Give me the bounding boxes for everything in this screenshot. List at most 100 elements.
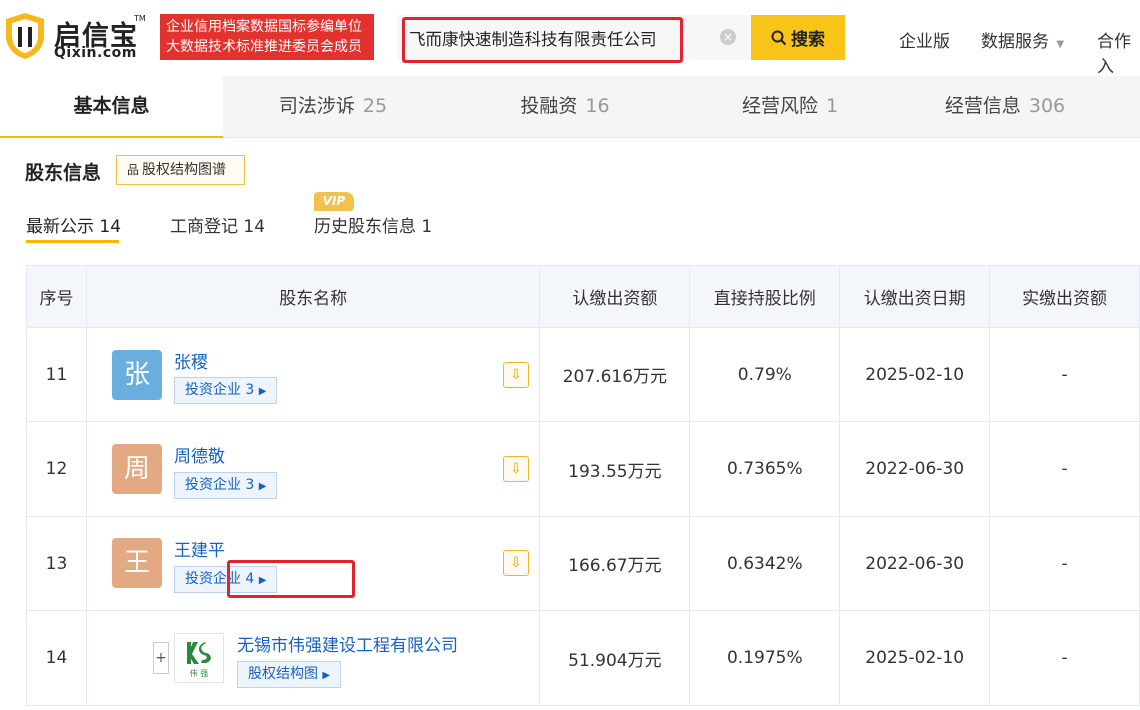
tab-label: 经营风险 [741,95,818,117]
shareholder-name[interactable]: 无锡市伟强建设工程有限公司 [237,631,458,656]
company-logo[interactable]: 伟 强 [173,633,224,683]
tab-label: 司法涉诉 [278,95,355,117]
tag-label: 投资企业 3 [184,477,255,493]
company-logo-mark: 伟 强 [186,642,211,678]
caret-right-icon: ▶ [258,481,267,492]
subtab-latest[interactable]: 最新公示 14 [26,212,121,237]
nav-enterprise[interactable]: 企业版 [899,27,950,52]
download-icon[interactable]: ⇩ [502,456,529,482]
equity-chart-tag[interactable]: 股权结构图 ▶ [236,661,342,688]
row-date: 2025-02-10 [839,610,991,706]
row-amount: 166.67万元 [539,516,691,611]
row-shareholder: 张 张稷 投资企业 3 ▶ ⇩ [85,327,541,422]
credential-badge: 企业信用档案数据国标参编单位 大数据技术标准推进委员会成员 [160,14,374,60]
row-index: 13 [26,516,87,611]
search-button-label: 搜索 [791,30,825,50]
row-percent: 0.7365% [689,421,841,517]
table-row: 12 周 周德敬 投资企业 3 ▶ ⇩ 193.55万元 0.7365% 202… [26,421,1140,517]
header-paid: 实缴出资额 [989,265,1140,328]
header-name: 股东名称 [85,265,541,328]
row-index: 12 [26,421,87,517]
search-button[interactable]: 搜索 [751,15,845,60]
invest-company-tag[interactable]: 投资企业 3 ▶ [173,472,278,499]
subtab-active-underline [26,240,119,243]
tag-label: 股权结构图 [247,666,318,682]
tab-count: 1 [825,95,839,117]
invest-tag-highlight-outline [226,560,355,598]
row-paid: - [989,421,1140,517]
row-shareholder: + 伟 强 无锡市伟强建设工程有限公司 股权结构图 ▶ [85,610,541,706]
row-amount: 193.55万元 [539,421,691,517]
tab-basic-info[interactable]: 基本信息 [0,76,223,138]
tab-count: 16 [585,95,610,117]
invest-company-tag[interactable]: 投资企业 3 ▶ [173,377,278,404]
avatar[interactable]: 周 [111,444,162,494]
row-amount: 51.904万元 [539,610,691,706]
caret-right-icon: ▶ [322,670,331,681]
table-row: 13 王 王建平 投资企业 4 ▶ ⇩ 166.67万元 0.6342% 202… [26,516,1140,611]
caret-right-icon: ▶ [258,386,267,397]
avatar[interactable]: 张 [111,350,162,400]
row-percent: 0.1975% [689,610,841,706]
subtab-registration[interactable]: 工商登记 14 [170,212,265,237]
header-index: 序号 [26,265,87,328]
shareholder-name[interactable]: 周德敬 [174,442,225,467]
tab-investment[interactable]: 投融资 16 [455,76,675,138]
tab-legal[interactable]: 司法涉诉 25 [223,76,443,138]
tag-label: 投资企业 3 [184,382,255,398]
search-icon [771,30,787,45]
header-percent: 直接持股比例 [689,265,841,328]
tab-label: 投融资 [520,95,578,117]
tab-count: 306 [1028,95,1066,117]
shield-logo-icon [6,13,44,59]
row-date: 2022-06-30 [839,516,991,611]
top-header: 启信宝 TM Qixin.com 企业信用档案数据国标参编单位 大数据技术标准推… [0,0,1140,77]
row-date: 2025-02-10 [839,327,991,422]
nav-data-service[interactable]: 数据服务 ▼ [981,27,1064,52]
row-percent: 0.79% [689,327,841,422]
tab-label: 经营信息 [944,95,1021,117]
tab-risk[interactable]: 经营风险 1 [680,76,900,138]
section-title: 股东信息 [25,162,102,184]
tab-label: 基本信息 [73,95,150,117]
table-header-row: 序号 股东名称 认缴出资额 直接持股比例 认缴出资日期 实缴出资额 [26,265,1140,328]
header-date: 认缴出资日期 [839,265,991,328]
avatar[interactable]: 王 [111,538,162,588]
main-tabs: 基本信息 司法涉诉 25 投融资 16 经营风险 1 经营信息 306 [0,76,1140,138]
search-highlight-outline [402,17,683,63]
vip-badge: VIP [314,192,354,211]
badge-line-1: 企业信用档案数据国标参编单位 [166,19,362,35]
qixin-logo[interactable]: 启信宝 TM Qixin.com [4,12,154,62]
shareholder-name[interactable]: 王建平 [174,536,225,561]
logo-tm: TM [134,14,146,23]
caret-down-icon: ▼ [1056,39,1065,50]
download-icon[interactable]: ⇩ [502,550,529,576]
company-logo-text: 伟 强 [190,668,209,678]
row-percent: 0.6342% [689,516,841,611]
row-paid: - [989,610,1140,706]
download-icon[interactable]: ⇩ [502,362,529,388]
header-amount: 认缴出资额 [539,265,691,328]
expand-button[interactable]: + [152,642,169,674]
logo-english: Qixin.com [54,45,137,61]
row-date: 2022-06-30 [839,421,991,517]
row-shareholder: 王 王建平 投资企业 4 ▶ ⇩ [85,516,541,611]
row-amount: 207.616万元 [539,327,691,422]
row-index: 14 [26,610,87,706]
equity-structure-button[interactable]: 品股权结构图谱 [116,155,245,185]
table-row: 11 张 张稷 投资企业 3 ▶ ⇩ 207.616万元 0.79% 2025-… [26,327,1140,422]
clear-icon[interactable]: × [720,29,736,45]
hierarchy-icon: 品 [127,163,140,177]
row-paid: - [989,327,1140,422]
shareholder-name[interactable]: 张稷 [174,348,208,373]
tab-operation[interactable]: 经营信息 306 [895,76,1115,138]
nav-data-service-label: 数据服务 [981,32,1049,52]
row-paid: - [989,516,1140,611]
shareholder-table: 序号 股东名称 认缴出资额 直接持股比例 认缴出资日期 实缴出资额 11 张 张… [26,265,1140,706]
row-shareholder: 周 周德敬 投资企业 3 ▶ ⇩ [85,421,541,517]
nav-cooperation[interactable]: 合作入 [1097,27,1140,77]
badge-line-2: 大数据技术标准推进委员会成员 [166,39,362,55]
equity-button-label: 股权结构图谱 [142,162,227,178]
table-row: 14 + 伟 强 无锡市伟强建设工程有限公司 股权结构图 ▶ 51.904万元 … [26,610,1140,706]
subtab-history[interactable]: 历史股东信息 1 [314,212,432,237]
